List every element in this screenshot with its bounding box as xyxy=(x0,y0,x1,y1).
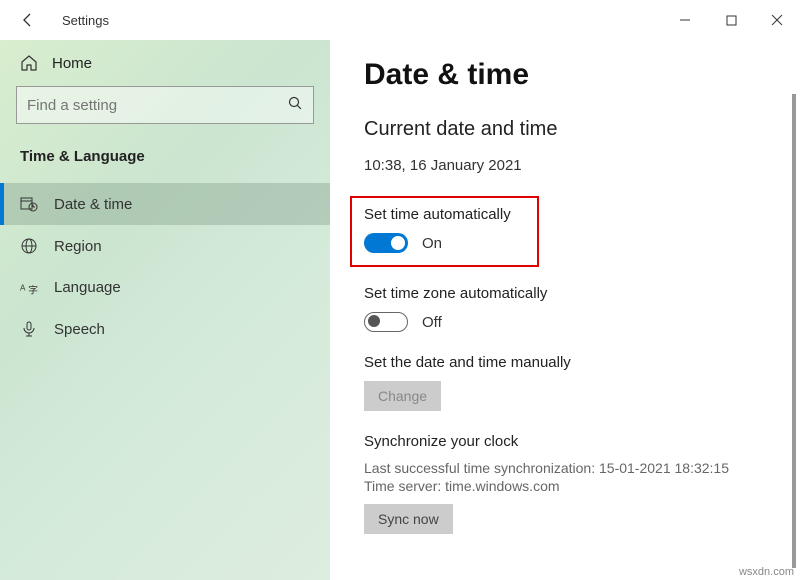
language-icon: A字 xyxy=(20,280,38,296)
maximize-icon xyxy=(726,15,737,26)
sync-server: Time server: time.windows.com xyxy=(364,478,770,494)
page-title: Date & time xyxy=(364,58,770,92)
nav-item-region[interactable]: Region xyxy=(0,225,330,267)
svg-text:A: A xyxy=(20,283,26,292)
set-tz-auto-state: Off xyxy=(422,314,442,331)
window-controls xyxy=(662,0,800,40)
nav-item-label: Language xyxy=(54,279,121,296)
home-nav[interactable]: Home xyxy=(0,40,330,86)
nav-group-title: Time & Language xyxy=(0,124,330,183)
home-icon xyxy=(20,54,38,72)
settings-window: Settings Home Time & Language xyxy=(0,0,800,580)
sidebar: Home Time & Language Date & time Region xyxy=(0,40,330,580)
titlebar: Settings xyxy=(0,0,800,40)
sync-now-button[interactable]: Sync now xyxy=(364,504,453,534)
nav-item-label: Date & time xyxy=(54,196,132,213)
nav-item-language[interactable]: A字 Language xyxy=(0,267,330,308)
back-button[interactable] xyxy=(20,12,40,28)
sync-last: Last successful time synchronization: 15… xyxy=(364,460,770,476)
svg-text:字: 字 xyxy=(28,283,38,296)
sync-block: Synchronize your clock Last successful t… xyxy=(364,433,770,534)
maximize-button[interactable] xyxy=(708,0,754,40)
manual-block: Set the date and time manually Change xyxy=(364,354,770,411)
globe-icon xyxy=(20,237,38,255)
nav-item-label: Speech xyxy=(54,321,105,338)
section-heading-current: Current date and time xyxy=(364,118,770,141)
minimize-icon xyxy=(679,14,691,26)
set-tz-auto-block: Set time zone automatically Off xyxy=(364,285,770,332)
home-label: Home xyxy=(52,55,92,72)
main-content: Date & time Current date and time 10:38,… xyxy=(330,40,800,580)
search-box[interactable] xyxy=(16,86,314,124)
close-icon xyxy=(771,14,783,26)
nav-item-date-time[interactable]: Date & time xyxy=(0,183,330,225)
current-datetime: 10:38, 16 January 2021 xyxy=(364,157,770,174)
set-tz-auto-toggle[interactable] xyxy=(364,312,408,332)
search-icon xyxy=(287,95,303,116)
close-button[interactable] xyxy=(754,0,800,40)
set-time-auto-toggle[interactable] xyxy=(364,233,408,253)
nav-item-label: Region xyxy=(54,238,102,255)
scrollbar[interactable] xyxy=(792,94,796,568)
set-tz-auto-label: Set time zone automatically xyxy=(364,285,770,302)
clock-calendar-icon xyxy=(20,195,38,213)
minimize-button[interactable] xyxy=(662,0,708,40)
set-time-auto-label: Set time automatically xyxy=(364,206,511,223)
watermark: wsxdn.com xyxy=(739,566,794,578)
microphone-icon xyxy=(20,320,38,338)
highlight-box: Set time automatically On xyxy=(350,196,539,267)
app-title: Settings xyxy=(40,13,109,28)
change-button[interactable]: Change xyxy=(364,381,441,411)
arrow-left-icon xyxy=(20,12,36,28)
nav-item-speech[interactable]: Speech xyxy=(0,308,330,350)
sync-label: Synchronize your clock xyxy=(364,433,770,450)
set-time-auto-state: On xyxy=(422,235,442,252)
search-input[interactable] xyxy=(27,97,287,114)
body: Home Time & Language Date & time Region xyxy=(0,40,800,580)
manual-label: Set the date and time manually xyxy=(364,354,770,371)
